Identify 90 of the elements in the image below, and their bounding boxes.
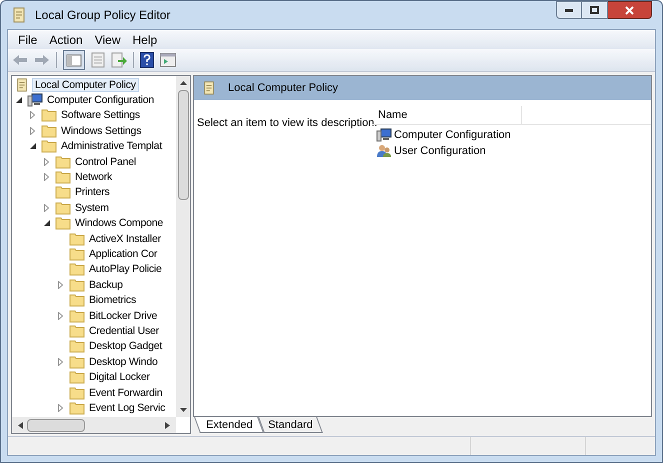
folder-icon: [69, 354, 85, 369]
scroll-icon: [14, 78, 30, 92]
tree-item[interactable]: Event Forwardin: [87, 386, 164, 400]
tree-item[interactable]: Windows Compone: [73, 216, 166, 230]
close-button[interactable]: [608, 1, 652, 19]
minimize-button[interactable]: [556, 1, 582, 19]
folder-icon: [55, 185, 71, 200]
vertical-scrollbar[interactable]: [176, 76, 190, 417]
tree-pane-toggle-icon[interactable]: [63, 50, 85, 70]
folder-icon: [69, 278, 85, 292]
menu-item[interactable]: File: [12, 30, 44, 48]
action-pane-icon[interactable]: [160, 53, 176, 67]
computer-icon: [27, 93, 43, 108]
horizontal-scrollbar[interactable]: [12, 417, 176, 433]
tree-item[interactable]: Software Settings: [59, 108, 142, 122]
collapsed-triangle-icon[interactable]: [58, 358, 63, 366]
scroll-icon: [202, 80, 216, 96]
scroll-thumb[interactable]: [178, 90, 188, 200]
menu-item[interactable]: Action: [43, 30, 89, 48]
folder-icon: [69, 262, 85, 276]
users-icon: [376, 144, 392, 158]
details-title: Local Computer Policy: [228, 80, 338, 96]
folder-icon: [41, 139, 57, 154]
folder-icon: [55, 154, 71, 169]
tree-item[interactable]: Backup: [87, 278, 125, 292]
tree-item[interactable]: Computer Configuration: [45, 93, 156, 108]
tab[interactable]: Standard: [258, 417, 324, 433]
menu-item[interactable]: View: [88, 30, 126, 48]
tree-item[interactable]: System: [73, 200, 111, 215]
tree-item[interactable]: Windows Settings: [59, 124, 144, 138]
tree-item[interactable]: Event Log Servic: [87, 400, 168, 415]
collapsed-triangle-icon[interactable]: [30, 126, 35, 135]
tree-item[interactable]: Digital Locker: [87, 370, 152, 384]
collapsed-triangle-icon[interactable]: [58, 404, 63, 412]
close-icon: [625, 6, 634, 14]
tree-item[interactable]: ActiveX Installer: [87, 232, 163, 246]
folder-icon: [55, 200, 71, 215]
scroll-icon: [11, 7, 27, 23]
window-title: Local Group Policy Editor: [35, 7, 172, 24]
back-arrow-icon[interactable]: [12, 54, 28, 66]
folder-icon: [69, 246, 85, 261]
folder-icon: [55, 216, 71, 230]
tree-item[interactable]: Control Panel: [73, 154, 138, 169]
tree-item[interactable]: Application Cor: [87, 246, 160, 261]
collapsed-triangle-icon[interactable]: [58, 280, 63, 289]
folder-icon: [69, 370, 85, 384]
scroll-right-icon[interactable]: [165, 422, 170, 428]
tree-item[interactable]: Desktop Windo: [87, 354, 160, 369]
tab[interactable]: Extended: [194, 417, 264, 433]
tree-item[interactable]: AutoPlay Policie: [87, 262, 164, 276]
tree-item[interactable]: BitLocker Drive: [87, 308, 160, 323]
folder-icon: [69, 324, 85, 338]
folder-icon: [55, 170, 71, 184]
expanded-triangle-icon[interactable]: [16, 97, 22, 104]
expanded-triangle-icon[interactable]: [44, 220, 50, 226]
menu-item[interactable]: Help: [126, 30, 164, 48]
tree-item[interactable]: Printers: [73, 185, 112, 200]
folder-icon: [69, 232, 85, 246]
collapsed-triangle-icon[interactable]: [58, 312, 63, 320]
list-item[interactable]: Computer Configuration: [394, 126, 511, 144]
folder-icon: [41, 124, 57, 138]
tree-item[interactable]: Local Computer Policy: [32, 78, 139, 92]
collapsed-triangle-icon[interactable]: [30, 111, 35, 120]
folder-icon: [69, 386, 85, 400]
tree-item[interactable]: Desktop Gadget: [87, 339, 164, 354]
folder-icon: [69, 339, 85, 354]
folder-icon: [69, 400, 85, 415]
forward-arrow-icon[interactable]: [34, 54, 50, 66]
scroll-thumb[interactable]: [27, 418, 85, 432]
document-icon[interactable]: [91, 52, 105, 68]
folder-icon: [69, 308, 85, 323]
scroll-left-icon[interactable]: [18, 422, 23, 428]
list-item[interactable]: User Configuration: [394, 142, 486, 160]
maximize-button[interactable]: [582, 1, 608, 19]
computer-icon: [376, 128, 392, 142]
tree-item[interactable]: Biometrics: [87, 293, 138, 308]
collapsed-triangle-icon[interactable]: [44, 173, 49, 182]
folder-icon: [41, 108, 57, 122]
column-header[interactable]: Name: [372, 106, 522, 124]
maximize-icon: [590, 6, 599, 14]
expanded-triangle-icon[interactable]: [30, 143, 36, 150]
tree-item[interactable]: Administrative Templat: [59, 139, 164, 154]
export-icon[interactable]: [111, 52, 127, 68]
folder-icon: [69, 293, 85, 308]
tree-item[interactable]: Network: [73, 170, 114, 184]
minimize-icon: [565, 8, 573, 12]
help-icon[interactable]: [140, 52, 154, 68]
collapsed-triangle-icon[interactable]: [44, 204, 49, 212]
tree-item[interactable]: Credential User: [87, 324, 161, 338]
collapsed-triangle-icon[interactable]: [44, 158, 49, 166]
